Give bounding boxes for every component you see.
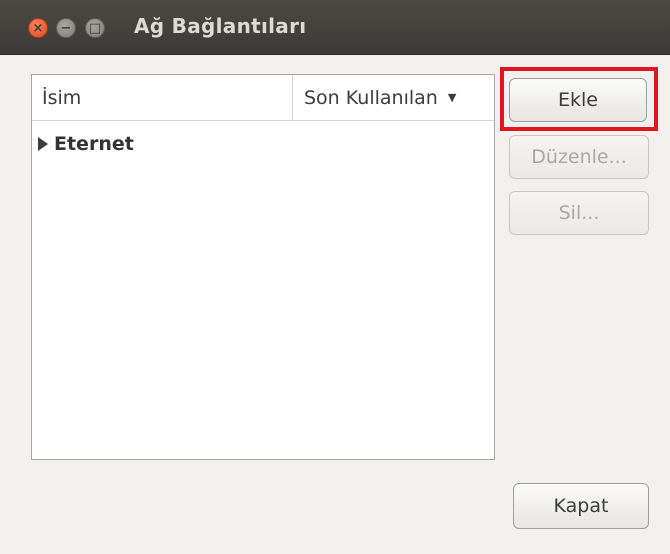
- add-button[interactable]: Ekle: [509, 78, 647, 122]
- delete-button[interactable]: Sil...: [509, 191, 649, 235]
- connections-list[interactable]: İsim Son Kullanılan ▼ Eternet: [31, 74, 495, 460]
- minimize-icon[interactable]: −: [56, 18, 76, 38]
- chevron-down-icon: ▼: [447, 91, 457, 104]
- list-item-eternet[interactable]: Eternet: [36, 131, 134, 157]
- list-item-label: Eternet: [54, 133, 134, 155]
- close-button[interactable]: Kapat: [513, 483, 649, 529]
- list-header: İsim Son Kullanılan ▼: [32, 75, 494, 121]
- close-icon[interactable]: ×: [28, 18, 48, 38]
- column-header-last-used[interactable]: Son Kullanılan ▼: [304, 87, 456, 109]
- title-bar[interactable]: × − □ Ağ Bağlantıları: [0, 0, 670, 55]
- maximize-icon[interactable]: □: [85, 18, 105, 38]
- triangle-right-icon[interactable]: [38, 137, 48, 151]
- network-connections-window: × − □ Ağ Bağlantıları İsim Son Kullanıla…: [0, 0, 670, 554]
- edit-button[interactable]: Düzenle...: [509, 135, 649, 179]
- column-header-name[interactable]: İsim: [42, 87, 81, 109]
- window-title: Ağ Bağlantıları: [134, 14, 307, 38]
- column-header-last-used-label: Son Kullanılan: [304, 87, 438, 109]
- column-separator: [292, 75, 293, 120]
